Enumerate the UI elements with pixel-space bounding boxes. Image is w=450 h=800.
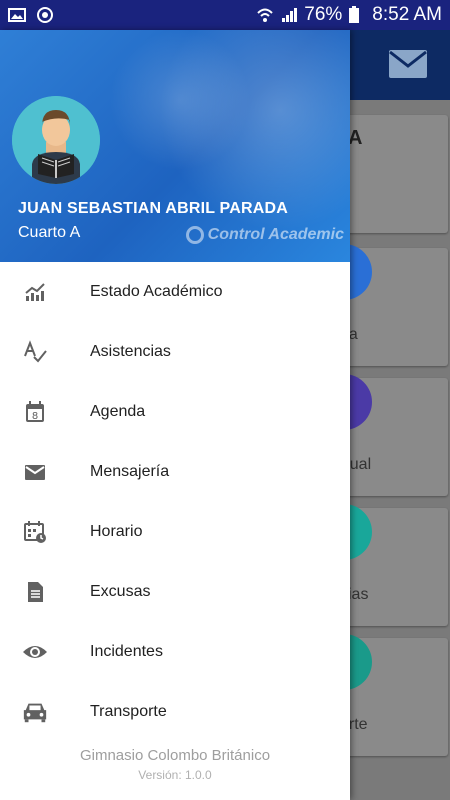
background-card[interactable]: orte	[316, 634, 448, 756]
background-card[interactable]: cias	[316, 504, 448, 626]
menu-item-label: Incidentes	[90, 643, 163, 660]
menu-item-label: Excusas	[90, 583, 151, 600]
image-icon	[8, 6, 26, 24]
menu-item-label: Mensajería	[90, 463, 170, 480]
school-name: Gimnasio Colombo Británico	[79, 747, 271, 764]
menu-item-label: Estado Académico	[90, 283, 223, 300]
menu-item-incidentes[interactable]: Incidentes	[0, 622, 350, 682]
menu-item-transporte[interactable]: Transporte	[0, 682, 350, 742]
app-version: Versión: 1.0.0	[138, 768, 212, 782]
background-card[interactable]: rtual	[316, 374, 448, 496]
document-icon	[22, 579, 48, 605]
menu-item-estado-academico[interactable]: Estado Académico	[0, 262, 350, 322]
signal-icon	[280, 6, 298, 24]
card-label: A	[348, 127, 363, 149]
menu-item-excusas[interactable]: Excusas	[0, 562, 350, 622]
status-bar: 76% 8:52 AM	[0, 0, 450, 30]
mail-icon[interactable]	[388, 48, 428, 80]
brand-logo-icon	[185, 226, 204, 244]
brand-logo: Control Academic	[185, 226, 344, 244]
background-card[interactable]: A	[340, 115, 448, 233]
background-card[interactable]: da	[316, 244, 448, 366]
spellcheck-icon	[22, 339, 48, 365]
menu-item-label: Asistencias	[90, 343, 171, 360]
drawer-menu: Estado Académico Asistencias 8 Agenda Me…	[0, 262, 350, 742]
brand-name: Control Academic	[207, 226, 344, 243]
avatar[interactable]	[12, 96, 100, 184]
calendar-icon: 8	[22, 399, 48, 425]
car-icon	[22, 699, 48, 725]
drawer-header: JUAN SEBASTIAN ABRIL PARADA Cuarto A Con…	[0, 30, 350, 262]
wifi-icon	[256, 6, 274, 24]
menu-item-label: Agenda	[90, 403, 146, 420]
menu-item-agenda[interactable]: 8 Agenda	[0, 382, 350, 442]
status-time: 8:52 AM	[372, 4, 442, 25]
menu-item-asistencias[interactable]: Asistencias	[0, 322, 350, 382]
trending-up-icon	[22, 279, 48, 305]
menu-item-mensajeria[interactable]: Mensajería	[0, 442, 350, 502]
menu-item-horario[interactable]: Horario	[0, 502, 350, 562]
schedule-icon	[22, 519, 48, 545]
navigation-drawer: JUAN SEBASTIAN ABRIL PARADA Cuarto A Con…	[0, 30, 350, 800]
mail-icon	[22, 459, 48, 485]
user-name: JUAN SEBASTIAN ABRIL PARADA	[18, 200, 289, 217]
menu-item-label: Transporte	[90, 703, 167, 720]
battery-percent: 76%	[304, 4, 343, 25]
power-icon	[36, 6, 54, 24]
drawer-footer: Gimnasio Colombo Británico Versión: 1.0.…	[0, 747, 350, 782]
user-grade: Cuarto A	[18, 224, 81, 241]
menu-item-label: Horario	[90, 523, 143, 540]
svg-text:8: 8	[32, 411, 38, 422]
eye-icon	[22, 639, 48, 665]
battery-icon	[348, 6, 366, 24]
